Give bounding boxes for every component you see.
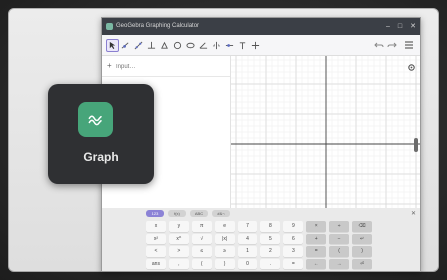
keyboard-key[interactable]: <	[146, 246, 166, 257]
keyboard-key[interactable]: ≤	[191, 246, 212, 257]
graph-wave-icon	[88, 115, 102, 125]
perpendicular-tool-button[interactable]	[145, 39, 158, 52]
keyboard-key[interactable]: x	[146, 221, 166, 232]
keyboard-key[interactable]: ↵	[352, 233, 372, 244]
keyboard-key[interactable]: 7	[237, 221, 258, 232]
keyboard-key[interactable]: >	[168, 246, 189, 257]
minimize-button[interactable]: –	[386, 18, 390, 35]
move-icon	[109, 41, 116, 50]
keyboard-key[interactable]: →	[329, 258, 350, 269]
keyboard-key[interactable]: (	[329, 246, 350, 257]
keyboard-key[interactable]: y	[168, 221, 189, 232]
reflect-tool-button[interactable]	[210, 39, 223, 52]
move-tool-button[interactable]	[106, 39, 119, 52]
keyboard-key[interactable]: =	[283, 258, 304, 269]
perpendicular-icon	[147, 41, 156, 49]
title-bar: GeoGebra Graphing Calculator – □ ✕	[102, 18, 420, 35]
keyboard-key[interactable]: +	[306, 233, 327, 244]
tab-symbols[interactable]: #&¬	[212, 210, 230, 217]
keyboard-key[interactable]: 9	[283, 221, 304, 232]
redo-icon[interactable]	[387, 40, 397, 50]
keyboard-key[interactable]: 4	[237, 233, 258, 244]
graph-app-tile[interactable]: Graph	[48, 84, 154, 184]
text-tool-button[interactable]	[236, 39, 249, 52]
keyboard-key[interactable]: x^	[168, 233, 189, 244]
keyboard-key[interactable]: x²	[146, 233, 166, 244]
reflect-icon	[212, 41, 221, 50]
point-tool-button[interactable]	[119, 39, 132, 52]
keyboard-key[interactable]: ⌫	[352, 221, 372, 232]
angle-tool-button[interactable]	[197, 39, 210, 52]
keyboard-key[interactable]: ≥	[214, 246, 235, 257]
keyboard-key[interactable]: 8	[260, 221, 281, 232]
keyboard-tabs: 123 f(x) ABC #&¬	[146, 210, 230, 219]
circle-tool-button[interactable]	[171, 39, 184, 52]
keyboard-key[interactable]: 5	[260, 233, 281, 244]
ellipse-icon	[186, 42, 195, 49]
tab-numbers[interactable]: 123	[146, 210, 164, 217]
tab-functions[interactable]: f(x)	[168, 210, 186, 217]
line-icon	[134, 41, 143, 50]
text-icon	[239, 42, 246, 50]
slider-tool-button[interactable]	[223, 39, 236, 52]
graphics-settings-button[interactable]	[407, 59, 416, 71]
gear-icon	[408, 64, 415, 71]
keyboard-key[interactable]: π	[191, 221, 212, 232]
window-title: GeoGebra Graphing Calculator	[116, 23, 200, 29]
keyboard-key[interactable]: −	[329, 233, 350, 244]
move-view-icon	[251, 41, 260, 50]
keyboard-key[interactable]: (	[191, 258, 212, 269]
circle-icon	[173, 41, 182, 50]
keyboard-key[interactable]: 3	[283, 246, 304, 257]
polygon-tool-button[interactable]	[158, 39, 171, 52]
polygon-icon	[161, 41, 168, 49]
tab-letters[interactable]: ABC	[190, 210, 208, 217]
line-tool-button[interactable]	[132, 39, 145, 52]
keyboard-key[interactable]: )	[352, 246, 372, 257]
keyboard-key[interactable]: 2	[260, 246, 281, 257]
close-button[interactable]: ✕	[410, 18, 416, 35]
ellipse-tool-button[interactable]	[184, 39, 197, 52]
keyboard-key[interactable]: ⏎	[352, 258, 372, 269]
add-item-icon[interactable]: +	[107, 61, 112, 70]
keyboard-close-button[interactable]: ✕	[411, 210, 416, 217]
keyboard-key[interactable]: 6	[283, 233, 304, 244]
graphics-view[interactable]	[231, 56, 420, 208]
algebra-input-row: +	[102, 58, 230, 77]
keyboard-key[interactable]: )	[214, 258, 235, 269]
virtual-keyboard: 123 f(x) ABC #&¬ ✕ x y π e 7 8 9 × ÷ ⌫ x² x^ √ |x| 4 5 6…	[102, 208, 420, 271]
keyboard-key[interactable]: ,	[168, 258, 189, 269]
keyboard-key[interactable]: =	[306, 246, 327, 257]
undo-icon[interactable]	[374, 40, 384, 50]
keyboard-key[interactable]: √	[191, 233, 212, 244]
keyboard-key[interactable]: ×	[306, 221, 327, 232]
keyboard-key[interactable]: |x|	[214, 233, 235, 244]
app-logo-icon	[106, 23, 113, 30]
menu-icon[interactable]	[404, 40, 414, 50]
algebra-input[interactable]	[116, 61, 224, 72]
keyboard-keys: x y π e 7 8 9 × ÷ ⌫ x² x^ √ |x| 4 5 6 + − ↵ < > ≤ ≥1 2 3 =() ans,()…	[146, 221, 372, 269]
point-icon	[121, 42, 129, 49]
app-label: Graph	[83, 150, 119, 164]
maximize-button[interactable]: □	[398, 18, 402, 35]
angle-icon	[199, 42, 208, 49]
keyboard-key[interactable]: 0	[237, 258, 258, 269]
tool-bar	[102, 35, 420, 56]
slider-icon	[225, 44, 234, 47]
graph-app-icon	[78, 102, 113, 137]
keyboard-key[interactable]: ans	[146, 258, 166, 269]
keyboard-key[interactable]: 1	[237, 246, 258, 257]
coordinate-grid	[231, 56, 420, 208]
keyboard-key[interactable]: ←	[306, 258, 327, 269]
window-controls: – □ ✕	[386, 18, 416, 35]
keyboard-key[interactable]: .	[260, 258, 281, 269]
side-panel-handle[interactable]	[414, 138, 418, 152]
keyboard-key[interactable]: e	[214, 221, 235, 232]
move-view-tool-button[interactable]	[249, 39, 262, 52]
keyboard-key[interactable]: ÷	[329, 221, 350, 232]
